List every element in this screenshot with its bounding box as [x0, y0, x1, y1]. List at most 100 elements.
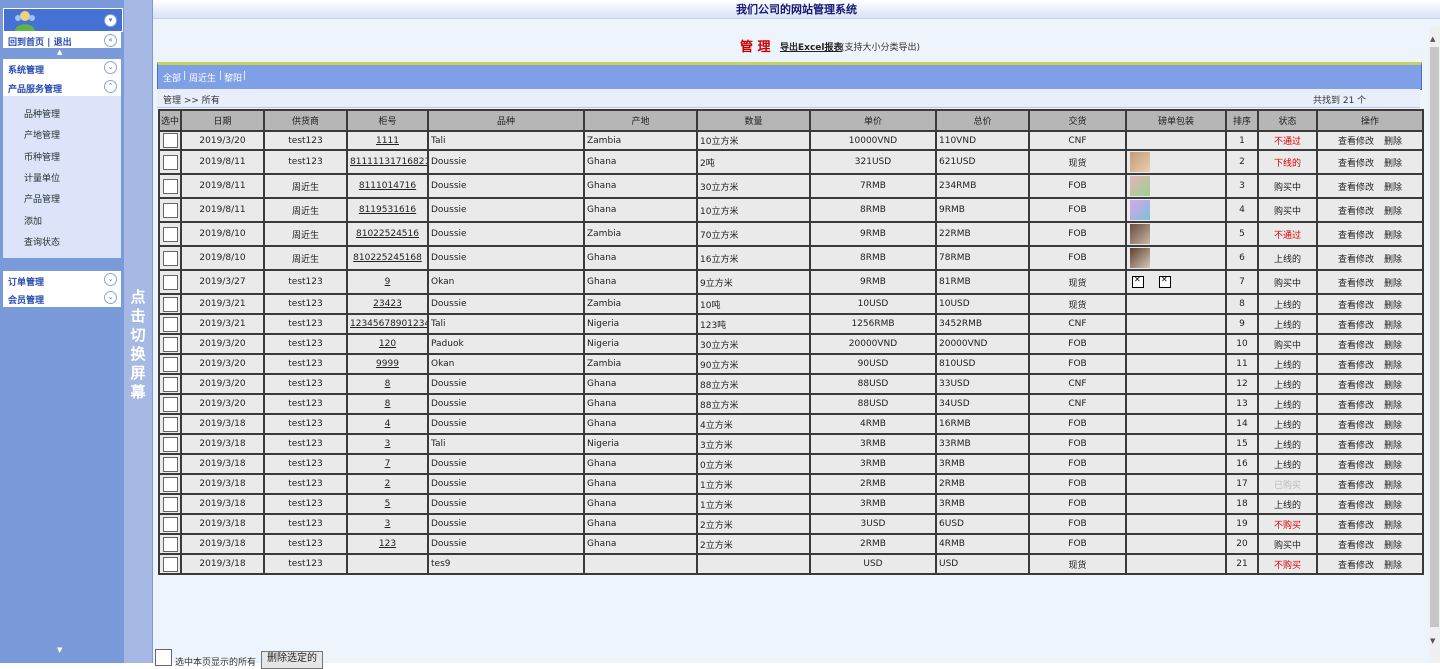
row-checkbox[interactable] [162, 556, 178, 572]
row-checkbox[interactable] [162, 250, 178, 266]
view-edit-link[interactable]: 查看修改 [1338, 231, 1374, 241]
container-no-cell-text[interactable]: 81022524516 [356, 229, 419, 239]
view-edit-link[interactable]: 查看修改 [1338, 401, 1374, 411]
row-checkbox[interactable] [162, 336, 178, 352]
delete-link[interactable]: 删除 [1384, 207, 1402, 217]
delete-link[interactable]: 删除 [1384, 321, 1402, 331]
packaging-thumbnail[interactable] [1130, 248, 1150, 268]
select-all-checkbox[interactable] [155, 649, 172, 666]
view-edit-link[interactable]: 查看修改 [1338, 341, 1374, 351]
scrollbar-thumb[interactable] [1430, 47, 1439, 627]
nav-system[interactable]: 系统管理 [8, 63, 44, 76]
scroll-down-icon[interactable]: ▼ [1430, 637, 1435, 645]
container-no-cell-text[interactable]: 5 [385, 499, 391, 509]
row-checkbox[interactable] [162, 436, 178, 452]
scroll-up-icon[interactable]: ▲ [57, 48, 62, 56]
row-checkbox[interactable] [162, 202, 178, 218]
view-edit-link[interactable]: 查看修改 [1338, 381, 1374, 391]
scroll-up-icon[interactable]: ▲ [1430, 35, 1435, 43]
row-checkbox[interactable] [162, 416, 178, 432]
container-no-cell-text[interactable]: 81111131716821 [350, 157, 426, 167]
nav-members[interactable]: 会员管理 [8, 293, 44, 306]
container-no-cell-text[interactable]: 8119531616 [359, 205, 416, 215]
row-checkbox[interactable] [162, 274, 178, 290]
chevron-down-icon[interactable]: ⌄ [104, 61, 117, 74]
delete-link[interactable]: 删除 [1384, 341, 1402, 351]
delete-link[interactable]: 删除 [1384, 561, 1402, 571]
delete-link[interactable]: 删除 [1384, 381, 1402, 391]
delete-link[interactable]: 删除 [1384, 231, 1402, 241]
view-edit-link[interactable]: 查看修改 [1338, 521, 1374, 531]
chevron-down-icon[interactable]: ⌄ [104, 291, 117, 304]
view-edit-link[interactable]: 查看修改 [1338, 541, 1374, 551]
scroll-down-icon[interactable]: ▼ [57, 646, 62, 654]
delete-link[interactable]: 删除 [1384, 159, 1402, 169]
packaging-thumbnail[interactable] [1130, 152, 1150, 172]
export-excel-link[interactable]: 导出Excel报表 [780, 40, 842, 53]
nav-orders[interactable]: 订单管理 [8, 275, 44, 288]
filter-supplier-li[interactable]: 黎阳 [224, 71, 242, 84]
view-edit-link[interactable]: 查看修改 [1338, 279, 1374, 289]
logout-link[interactable]: 退出 [54, 38, 72, 48]
switch-screen-bar[interactable]: 点击切换屏幕 [124, 0, 153, 663]
home-link[interactable]: 回到首页 [8, 38, 44, 48]
collapse-all-icon[interactable]: ▾ [104, 14, 117, 27]
row-checkbox[interactable] [162, 356, 178, 372]
double-chevron-left-icon[interactable]: « [104, 34, 117, 47]
container-no-cell-text[interactable]: 2 [385, 479, 391, 489]
row-checkbox[interactable] [162, 396, 178, 412]
view-edit-link[interactable]: 查看修改 [1338, 183, 1374, 193]
delete-link[interactable]: 删除 [1384, 301, 1402, 311]
sub-item-product[interactable]: 产品管理 [24, 192, 60, 205]
container-no-cell-text[interactable]: 23423 [373, 299, 402, 309]
view-edit-link[interactable]: 查看修改 [1338, 301, 1374, 311]
view-edit-link[interactable]: 查看修改 [1338, 461, 1374, 471]
view-edit-link[interactable]: 查看修改 [1338, 441, 1374, 451]
container-no-cell-text[interactable]: 8 [385, 379, 391, 389]
sub-item-currency[interactable]: 币种管理 [24, 150, 60, 163]
row-checkbox[interactable] [162, 476, 178, 492]
container-no-cell-text[interactable]: 8 [385, 399, 391, 409]
delete-link[interactable]: 删除 [1384, 421, 1402, 431]
delete-link[interactable]: 删除 [1384, 183, 1402, 193]
delete-link[interactable]: 删除 [1384, 361, 1402, 371]
delete-selected-button[interactable]: 删除选定的 [261, 651, 323, 669]
packaging-thumbnail[interactable] [1130, 224, 1150, 244]
delete-link[interactable]: 删除 [1384, 541, 1402, 551]
packaging-thumbnail[interactable] [1130, 176, 1150, 196]
sub-item-unit[interactable]: 计量单位 [24, 171, 60, 184]
row-checkbox[interactable] [162, 178, 178, 194]
container-no-cell-text[interactable]: 7 [385, 459, 391, 469]
row-checkbox[interactable] [162, 456, 178, 472]
delete-link[interactable]: 删除 [1384, 255, 1402, 265]
container-no-cell-text[interactable]: 120 [379, 339, 396, 349]
view-edit-link[interactable]: 查看修改 [1338, 159, 1374, 169]
view-edit-link[interactable]: 查看修改 [1338, 321, 1374, 331]
container-no-cell-text[interactable]: 810225245168 [353, 253, 422, 263]
row-checkbox[interactable] [162, 296, 178, 312]
sub-item-add[interactable]: 添加 [24, 214, 42, 227]
view-edit-link[interactable]: 查看修改 [1338, 361, 1374, 371]
view-edit-link[interactable]: 查看修改 [1338, 501, 1374, 511]
filter-supplier-zhou[interactable]: 周近生 [189, 71, 216, 84]
delete-link[interactable]: 删除 [1384, 501, 1402, 511]
row-checkbox[interactable] [162, 154, 178, 170]
row-checkbox[interactable] [162, 376, 178, 392]
container-no-cell-text[interactable]: 3 [385, 439, 391, 449]
chevron-up-icon[interactable]: ⌃ [104, 80, 117, 93]
chevron-down-icon[interactable]: ⌄ [104, 273, 117, 286]
row-checkbox[interactable] [162, 496, 178, 512]
view-edit-link[interactable]: 查看修改 [1338, 255, 1374, 265]
row-checkbox[interactable] [162, 316, 178, 332]
container-no-cell-text[interactable]: 123 [379, 539, 396, 549]
packaging-thumbnail[interactable] [1130, 200, 1150, 220]
view-edit-link[interactable]: 查看修改 [1338, 561, 1374, 571]
delete-link[interactable]: 删除 [1384, 481, 1402, 491]
sub-item-status[interactable]: 查询状态 [24, 235, 60, 248]
view-edit-link[interactable]: 查看修改 [1338, 137, 1374, 147]
delete-link[interactable]: 删除 [1384, 279, 1402, 289]
row-checkbox[interactable] [162, 133, 178, 148]
container-no-cell-text[interactable]: 3 [385, 519, 391, 529]
container-no-cell-text[interactable]: 4 [385, 419, 391, 429]
delete-link[interactable]: 删除 [1384, 401, 1402, 411]
